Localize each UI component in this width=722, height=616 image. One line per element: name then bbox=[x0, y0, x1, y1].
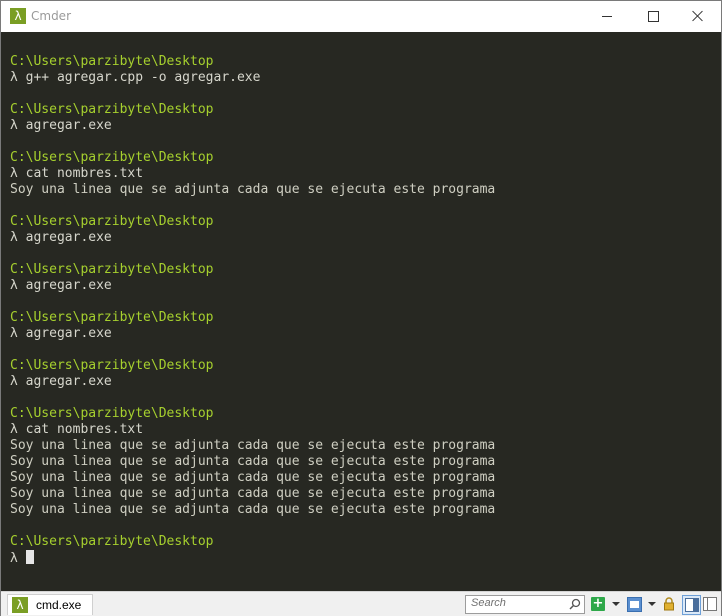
search-box[interactable]: Search bbox=[465, 595, 585, 614]
output-line: Soy una linea que se adjunta cada que se… bbox=[10, 502, 496, 517]
panel-view-icon bbox=[703, 597, 717, 611]
command-line: λ agregar.exe bbox=[10, 230, 112, 245]
prompt-path-line: C:\Users\parzibyte\Desktop bbox=[10, 102, 214, 117]
split-view-icon bbox=[684, 598, 699, 612]
lock-button[interactable] bbox=[661, 595, 677, 613]
window-title: Cmder bbox=[31, 9, 72, 23]
search-placeholder: Search bbox=[471, 597, 506, 609]
text-cursor bbox=[25, 550, 34, 564]
output-line: Soy una linea que se adjunta cada que se… bbox=[10, 182, 496, 197]
terminal-area[interactable]: C:\Users\parzibyte\Desktop λ g++ agregar.… bbox=[1, 32, 721, 591]
lambda-tab-icon: λ bbox=[12, 597, 28, 613]
title-bar[interactable]: λ Cmder bbox=[1, 1, 721, 31]
chevron-down-icon bbox=[648, 602, 656, 606]
output-line: Soy una linea que se adjunta cada que se… bbox=[10, 470, 496, 485]
console-window-icon bbox=[626, 596, 642, 612]
terminal-output: C:\Users\parzibyte\Desktop λ g++ agregar.… bbox=[10, 54, 495, 566]
status-bar: λ cmd.exe Search + bbox=[1, 591, 721, 616]
command-line: λ agregar.exe bbox=[10, 374, 112, 389]
minimize-icon bbox=[602, 15, 612, 17]
prompt-path-line: C:\Users\parzibyte\Desktop bbox=[10, 150, 214, 165]
close-button[interactable] bbox=[675, 1, 721, 31]
command-line: λ agregar.exe bbox=[10, 118, 112, 133]
plus-icon: + bbox=[591, 596, 605, 611]
new-console-dropdown[interactable] bbox=[611, 595, 621, 613]
close-icon bbox=[692, 10, 704, 22]
maximize-button[interactable] bbox=[630, 1, 676, 31]
output-line: Soy una linea que se adjunta cada que se… bbox=[10, 438, 496, 453]
prompt-path-line: C:\Users\parzibyte\Desktop bbox=[10, 54, 214, 69]
chevron-down-icon bbox=[612, 602, 620, 606]
console-window-button[interactable] bbox=[626, 595, 642, 613]
command-line: λ g++ agregar.cpp -o agregar.exe bbox=[10, 70, 261, 85]
console-tab[interactable]: λ cmd.exe bbox=[7, 594, 93, 615]
new-console-button[interactable]: + bbox=[590, 595, 606, 613]
maximize-icon bbox=[647, 10, 659, 22]
output-line: Soy una linea que se adjunta cada que se… bbox=[10, 486, 496, 501]
lambda-app-icon: λ bbox=[10, 8, 26, 24]
prompt-path-line: C:\Users\parzibyte\Desktop bbox=[10, 358, 214, 373]
command-line: λ agregar.exe bbox=[10, 278, 112, 293]
prompt-path-line: C:\Users\parzibyte\Desktop bbox=[10, 406, 214, 421]
console-window-dropdown[interactable] bbox=[647, 595, 657, 613]
cmder-window: λ Cmder C:\Users\parzibyte\Desktop λ g++ … bbox=[0, 0, 722, 616]
command-line: λ agregar.exe bbox=[10, 326, 112, 341]
minimize-button[interactable] bbox=[584, 1, 630, 31]
command-line: λ cat nombres.txt bbox=[10, 166, 144, 181]
prompt-path-line: C:\Users\parzibyte\Desktop bbox=[10, 310, 214, 325]
prompt-path-line: C:\Users\parzibyte\Desktop bbox=[10, 262, 214, 277]
active-prompt-line[interactable]: λ bbox=[10, 550, 495, 566]
tab-label: cmd.exe bbox=[36, 598, 82, 612]
prompt-path-line: C:\Users\parzibyte\Desktop bbox=[10, 214, 214, 229]
split-view-button[interactable] bbox=[682, 595, 701, 615]
panel-view-button[interactable] bbox=[703, 595, 717, 613]
lock-icon bbox=[664, 597, 674, 611]
search-icon[interactable] bbox=[569, 598, 581, 610]
command-line: λ cat nombres.txt bbox=[10, 422, 144, 437]
prompt-path-line: C:\Users\parzibyte\Desktop bbox=[10, 534, 214, 549]
output-line: Soy una linea que se adjunta cada que se… bbox=[10, 454, 496, 469]
prompt-symbol: λ bbox=[10, 551, 18, 566]
